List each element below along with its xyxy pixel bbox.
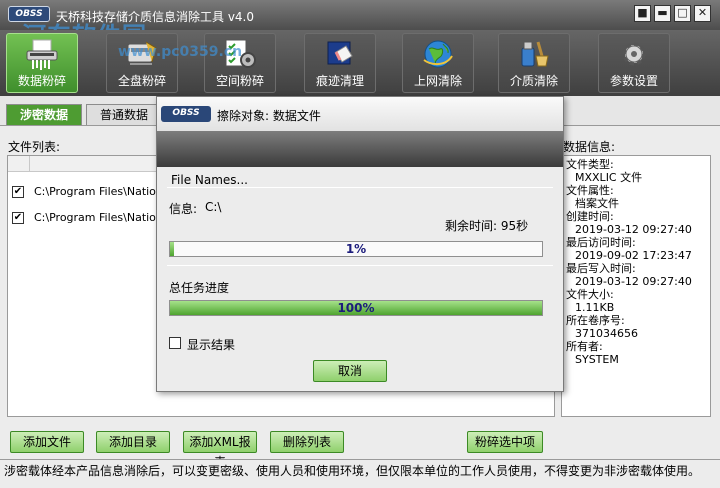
tool-label: 痕迹清理	[315, 74, 364, 88]
add-file-button[interactable]: 添加文件	[10, 431, 84, 453]
info-panel-title: 数据信息:	[563, 140, 616, 154]
column-header-check[interactable]	[8, 156, 30, 172]
globe-icon	[423, 40, 453, 68]
info-key: 创建时间:	[566, 210, 614, 223]
tool-trace-clean[interactable]: 痕迹清理	[304, 33, 376, 93]
info-key: 文件大小:	[566, 288, 614, 301]
info-key: 最后访问时间:	[566, 236, 636, 249]
file-path: C:\Program Files\National	[34, 185, 173, 198]
dialog-logo: OBSS	[161, 106, 211, 122]
usb-broom-icon	[521, 41, 549, 67]
file-list-label: 文件列表:	[8, 140, 61, 154]
file-progress-bar: 1%	[169, 241, 543, 257]
tool-label: 上网清除	[413, 74, 462, 88]
watermark-url: www.pc0359.cn	[118, 44, 243, 60]
divider	[167, 265, 553, 266]
total-progress-label-value: 100%	[337, 301, 375, 315]
file-info-box: 文件类型: MXXLIC 文件 文件属性: 档案文件 创建时间: 2019-03…	[561, 155, 711, 417]
shred-selected-button[interactable]: 粉碎选中项	[467, 431, 543, 453]
total-progress-label: 总任务进度	[169, 281, 230, 295]
total-progress-bar: 100%	[169, 300, 543, 316]
tool-label: 空间粉碎	[215, 74, 264, 88]
maximize-button[interactable]: □	[674, 5, 691, 22]
row-checkbox[interactable]: ✔	[12, 212, 24, 224]
info-value: 2019-03-12 09:27:40	[575, 223, 692, 236]
add-directory-button[interactable]: 添加目录	[96, 431, 170, 453]
dialog-header-band	[157, 131, 563, 167]
shredder-icon	[26, 39, 58, 70]
show-result-label: 显示结果	[187, 338, 236, 352]
file-progress-label: 1%	[345, 242, 367, 256]
info-label: 信息:	[169, 202, 198, 216]
info-value: 371034656	[575, 327, 638, 340]
info-key: 最后写入时间:	[566, 262, 636, 275]
info-key: 文件类型:	[566, 158, 614, 171]
info-value: 档案文件	[575, 197, 619, 210]
tool-space-shred[interactable]: 空间粉碎	[204, 33, 276, 93]
gear-icon	[622, 42, 646, 66]
dialog-title-bar: OBSS 擦除对象: 数据文件	[157, 97, 563, 131]
delete-list-button[interactable]: 删除列表	[270, 431, 344, 453]
status-bar: 涉密载体经本产品信息消除后，可以变更密级、使用人员和使用环境，但仅限本单位的工作…	[0, 459, 720, 488]
tool-disk-shred[interactable]: 全盘粉碎	[106, 33, 178, 93]
info-key: 文件属性:	[566, 184, 614, 197]
erase-progress-dialog: OBSS 擦除对象: 数据文件 File Names... 信息: C:\ 剩余…	[156, 96, 564, 392]
divider	[167, 187, 553, 188]
dialog-title: 擦除对象: 数据文件	[217, 109, 321, 123]
info-value: 1.11KB	[575, 301, 615, 314]
tool-settings[interactable]: 参数设置	[598, 33, 670, 93]
close-button[interactable]: ✕	[694, 5, 711, 22]
info-value: 2019-09-02 17:23:47	[575, 249, 692, 262]
menu-button[interactable]: ■	[634, 5, 651, 22]
eraser-icon	[327, 41, 353, 65]
info-value: C:\	[205, 200, 222, 214]
info-value: MXXLIC 文件	[575, 171, 643, 184]
tab-normal-data[interactable]: 普通数据	[86, 104, 162, 125]
tool-label: 全盘粉碎	[117, 74, 166, 88]
cancel-button[interactable]: 取消	[313, 360, 387, 382]
tab-classified-data[interactable]: 涉密数据	[6, 104, 82, 125]
title-bar: OBSS 天桥科技存储介质信息消除工具 v4.0 河东软件园 ■ ▬ □ ✕	[0, 0, 720, 50]
tool-data-shred[interactable]: 数据粉碎	[6, 33, 78, 93]
file-path: C:\Program Files\National	[34, 211, 173, 224]
info-value: 2019-03-12 09:27:40	[575, 275, 692, 288]
minimize-button[interactable]: ▬	[654, 5, 671, 22]
info-key: 所在卷序号:	[566, 314, 625, 327]
remaining-time: 剩余时间: 95秒	[445, 219, 529, 233]
tool-media-clean[interactable]: 介质清除	[498, 33, 570, 93]
row-checkbox[interactable]: ✔	[12, 186, 24, 198]
tool-label: 参数设置	[609, 74, 658, 88]
main-toolbar: 数据粉碎 全盘粉碎 空间粉碎 痕迹清理 上网清除 介质清除 参数设置	[0, 30, 720, 96]
file-names-label: File Names...	[171, 173, 248, 187]
info-value: SYSTEM	[575, 353, 619, 366]
tool-web-clean[interactable]: 上网清除	[402, 33, 474, 93]
tool-label: 数据粉碎	[17, 74, 66, 88]
add-xml-report-button[interactable]: 添加XML报表	[183, 431, 257, 469]
tool-label: 介质清除	[509, 74, 558, 88]
show-result-checkbox[interactable]	[169, 337, 181, 349]
info-key: 所有者:	[566, 340, 603, 353]
